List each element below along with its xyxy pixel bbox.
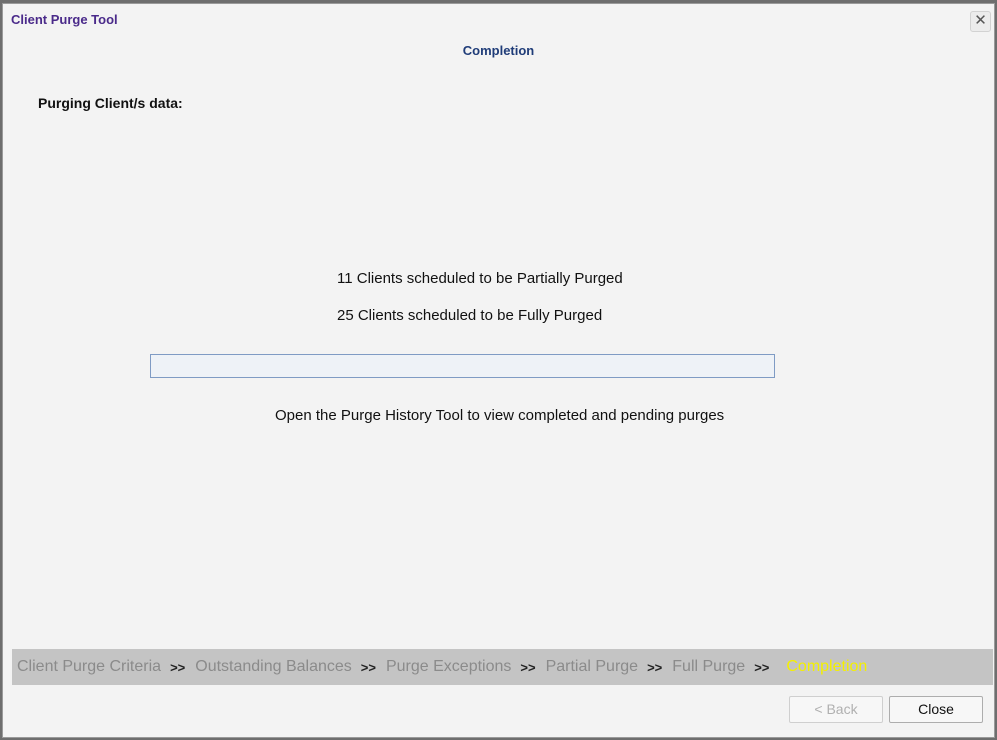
- window-title: Client Purge Tool: [11, 12, 118, 27]
- purge-dialog: Client Purge Tool ✕ Completion Purging C…: [2, 3, 995, 738]
- step-separator: >>: [647, 659, 663, 675]
- step-partial-purge: Partial Purge: [545, 658, 639, 675]
- close-icon[interactable]: ✕: [970, 11, 991, 32]
- purge-progress-bar: [150, 354, 775, 378]
- step-client-purge-criteria: Client Purge Criteria: [17, 658, 162, 675]
- section-label: Purging Client/s data:: [38, 95, 183, 111]
- step-separator: >>: [360, 659, 376, 675]
- purge-history-note: Open the Purge History Tool to view comp…: [275, 407, 725, 424]
- wizard-steps: Client Purge Criteria >> Outstanding Bal…: [12, 649, 993, 685]
- step-separator: >>: [520, 659, 536, 675]
- step-heading: Completion: [462, 43, 535, 58]
- step-separator: >>: [170, 659, 186, 675]
- step-purge-exceptions: Purge Exceptions: [385, 658, 512, 675]
- step-full-purge: Full Purge: [672, 658, 746, 675]
- full-purge-count: 25 Clients scheduled to be Fully Purged: [337, 307, 603, 324]
- back-button[interactable]: < Back: [789, 696, 883, 723]
- step-completion: Completion: [786, 658, 868, 675]
- step-outstanding-balances: Outstanding Balances: [195, 658, 352, 675]
- partial-purge-count: 11 Clients scheduled to be Partially Pur…: [337, 270, 623, 287]
- step-separator: >>: [754, 659, 770, 675]
- close-button[interactable]: Close: [889, 696, 983, 723]
